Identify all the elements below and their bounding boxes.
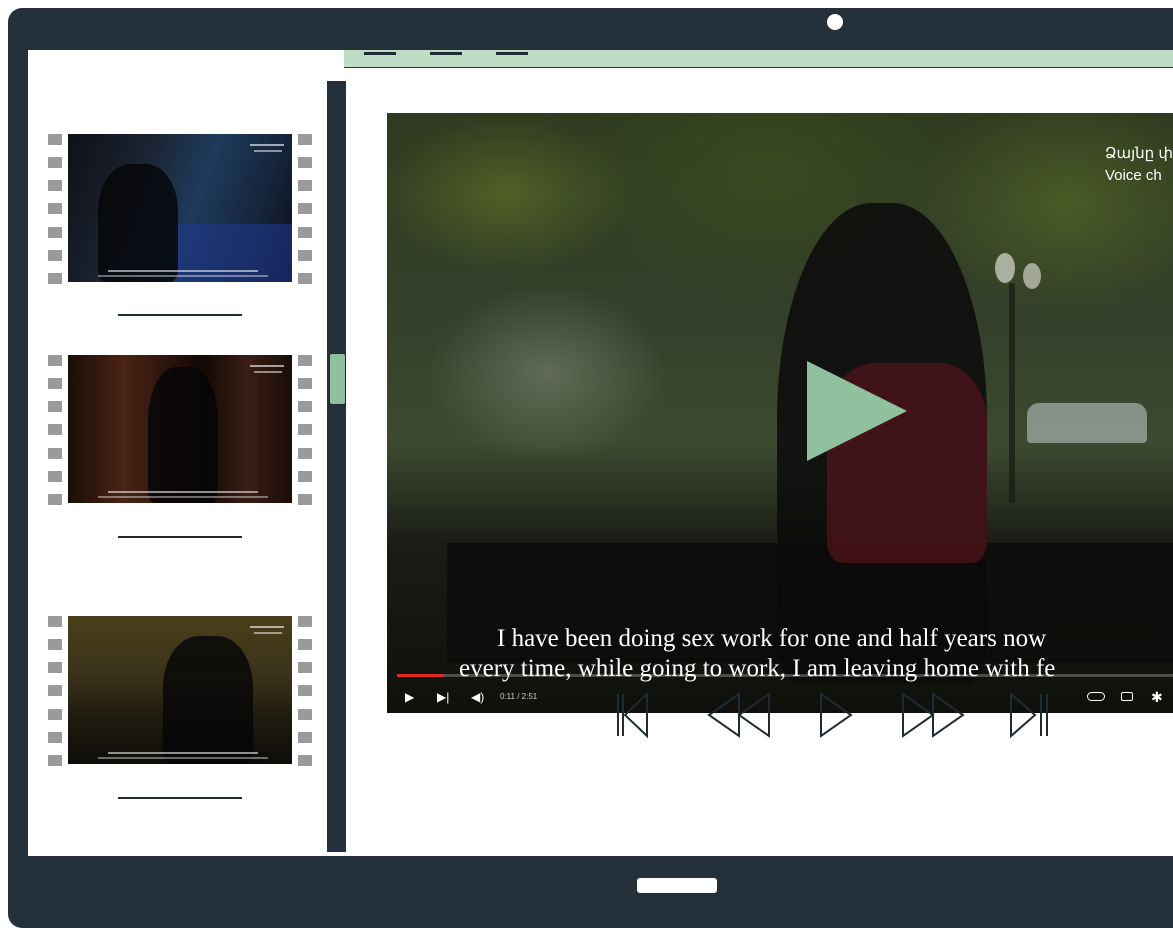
film-holes-left xyxy=(48,355,62,505)
film-holes-right xyxy=(298,355,312,505)
play-overlay-icon[interactable] xyxy=(807,361,907,461)
fast-forward-icon[interactable] xyxy=(899,690,967,740)
subtitle-line-2: every time, while going to work, I am le… xyxy=(459,655,1056,682)
thumbnail-caption-2 xyxy=(118,536,242,538)
video-thumbnail-2[interactable] xyxy=(48,355,312,505)
scrollbar-thumb[interactable] xyxy=(329,353,346,405)
progress-bar[interactable] xyxy=(397,674,1173,677)
film-holes-left xyxy=(48,616,62,766)
volume-icon[interactable]: ◀) xyxy=(471,685,484,709)
thumbnail-caption-1 xyxy=(118,314,242,316)
autoplay-toggle-icon[interactable] xyxy=(1087,692,1105,701)
next-icon[interactable]: ▶| xyxy=(437,685,449,709)
menu-item-2[interactable] xyxy=(430,52,462,55)
transport-controls xyxy=(585,690,1065,750)
play-icon[interactable]: ▶ xyxy=(405,685,414,709)
time-display: 0:11 / 2:51 xyxy=(500,692,538,701)
video-thumbnail-3[interactable] xyxy=(48,616,312,766)
camera-dot xyxy=(827,14,843,30)
thumbnail-image-3 xyxy=(68,616,292,764)
thumbnail-image-2 xyxy=(68,355,292,503)
captions-icon[interactable] xyxy=(1121,692,1133,701)
settings-gear-icon[interactable]: ✱ xyxy=(1151,685,1163,709)
channel-label: Ձայնը փ Voice ch xyxy=(1105,145,1173,184)
menu-item-1[interactable] xyxy=(364,52,396,55)
subtitle-line-1: I have been doing sex work for one and h… xyxy=(497,625,1047,652)
sidebar-scrollbar[interactable] xyxy=(327,81,346,852)
thumbnail-caption-3 xyxy=(118,797,242,799)
home-button[interactable] xyxy=(637,878,717,893)
film-holes-right xyxy=(298,134,312,284)
video-player[interactable]: Ձայնը փ Voice ch I have been doing sex w… xyxy=(387,113,1173,713)
screen: Ձայնը փ Voice ch I have been doing sex w… xyxy=(28,50,1173,856)
play-icon[interactable] xyxy=(817,690,855,740)
film-holes-left xyxy=(48,134,62,284)
thumbnail-image-1 xyxy=(68,134,292,282)
progress-fill xyxy=(397,674,444,677)
video-thumbnail-1[interactable] xyxy=(48,134,312,284)
skip-back-icon[interactable] xyxy=(615,690,649,740)
rewind-icon[interactable] xyxy=(705,690,773,740)
film-holes-right xyxy=(298,616,312,766)
skip-forward-icon[interactable] xyxy=(1009,690,1051,740)
menu-item-3[interactable] xyxy=(496,52,528,55)
menu-bar xyxy=(344,50,1173,68)
